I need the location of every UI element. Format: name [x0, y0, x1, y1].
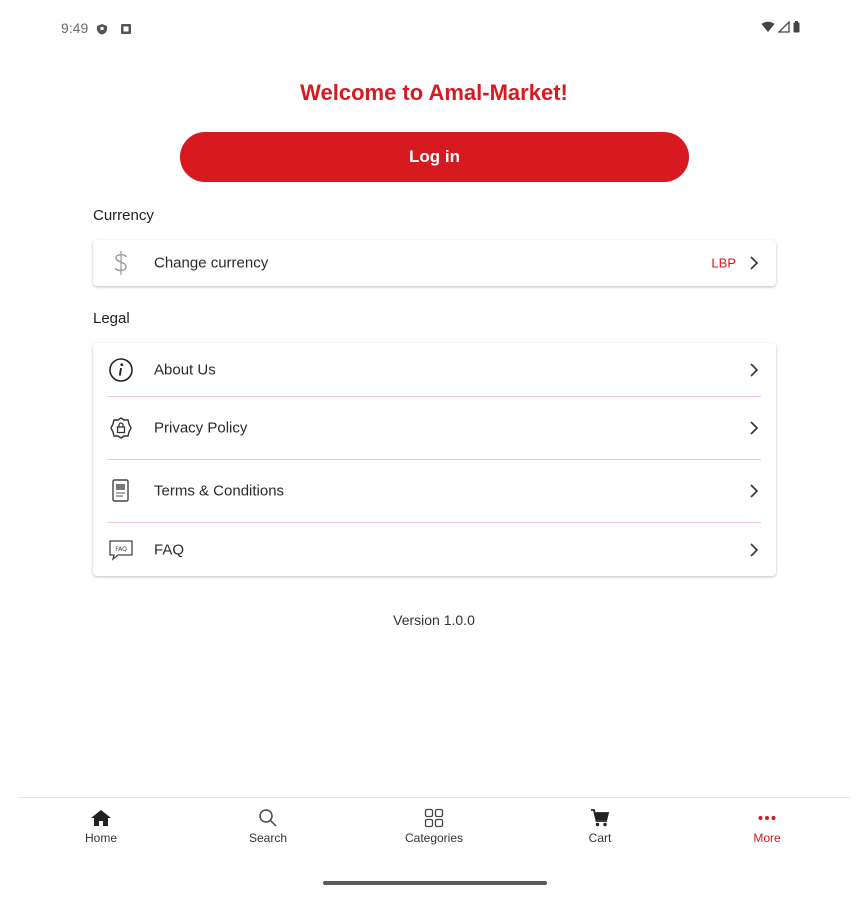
currency-section-title: Currency [93, 207, 154, 224]
nav-cart-label: Cart [588, 831, 612, 845]
bottom-nav: Home Search Categories Cart More [18, 797, 850, 858]
faq-label: FAQ [154, 541, 185, 558]
nav-home-label: Home [84, 831, 117, 845]
nav-search[interactable]: Search [208, 808, 328, 845]
document-icon [108, 478, 134, 504]
change-currency-label: Change currency [154, 254, 269, 272]
battery-icon [793, 20, 800, 38]
dollar-icon [108, 250, 134, 276]
home-icon [41, 808, 161, 828]
login-button[interactable]: Log in [180, 132, 689, 182]
nav-home[interactable]: Home [41, 808, 161, 845]
about-us-row[interactable]: About Us [93, 343, 776, 396]
privacy-lock-icon [108, 415, 134, 441]
chevron-right-icon [748, 256, 760, 270]
about-us-label: About Us [154, 361, 216, 378]
nav-more-label: More [753, 831, 781, 845]
wifi-icon [761, 20, 775, 38]
svg-text:FAQ: FAQ [115, 546, 127, 553]
categories-icon [374, 808, 494, 828]
status-time: 9:49 [61, 20, 89, 36]
nav-search-label: Search [248, 831, 288, 845]
signal-icon [777, 20, 790, 38]
chevron-right-icon [748, 362, 760, 377]
nav-more[interactable]: More [707, 808, 827, 845]
currency-card: Change currency LBP [93, 240, 776, 286]
legal-section-title: Legal [93, 310, 130, 327]
notification-icon [120, 22, 132, 34]
terms-conditions-label: Terms & Conditions [154, 482, 285, 500]
info-icon [108, 357, 134, 383]
terms-conditions-row[interactable]: Terms & Conditions [93, 460, 776, 522]
home-indicator[interactable] [323, 881, 547, 885]
faq-icon: FAQ [108, 537, 134, 563]
change-currency-row[interactable]: Change currency LBP [93, 240, 776, 286]
more-icon [707, 808, 827, 828]
status-bar: 9:49 [0, 0, 868, 58]
version-text: Version 1.0.0 [393, 612, 475, 628]
chevron-right-icon [748, 542, 760, 557]
faq-row[interactable]: FAQ FAQ [93, 523, 776, 576]
chevron-right-icon [748, 421, 760, 435]
chevron-right-icon [748, 484, 760, 498]
shield-icon [96, 22, 108, 35]
cart-icon [540, 808, 660, 828]
nav-categories-label: Categories [404, 831, 464, 845]
privacy-policy-row[interactable]: Privacy Policy [93, 397, 776, 459]
search-icon [208, 808, 328, 828]
status-right-group [761, 20, 800, 38]
nav-cart[interactable]: Cart [540, 808, 660, 845]
nav-categories[interactable]: Categories [374, 808, 494, 845]
legal-card: About Us Privacy Policy Terms & Conditio… [93, 343, 776, 576]
welcome-title: Welcome to Amal-Market! [300, 80, 568, 105]
privacy-policy-label: Privacy Policy [154, 419, 248, 437]
currency-value: LBP [711, 255, 736, 271]
